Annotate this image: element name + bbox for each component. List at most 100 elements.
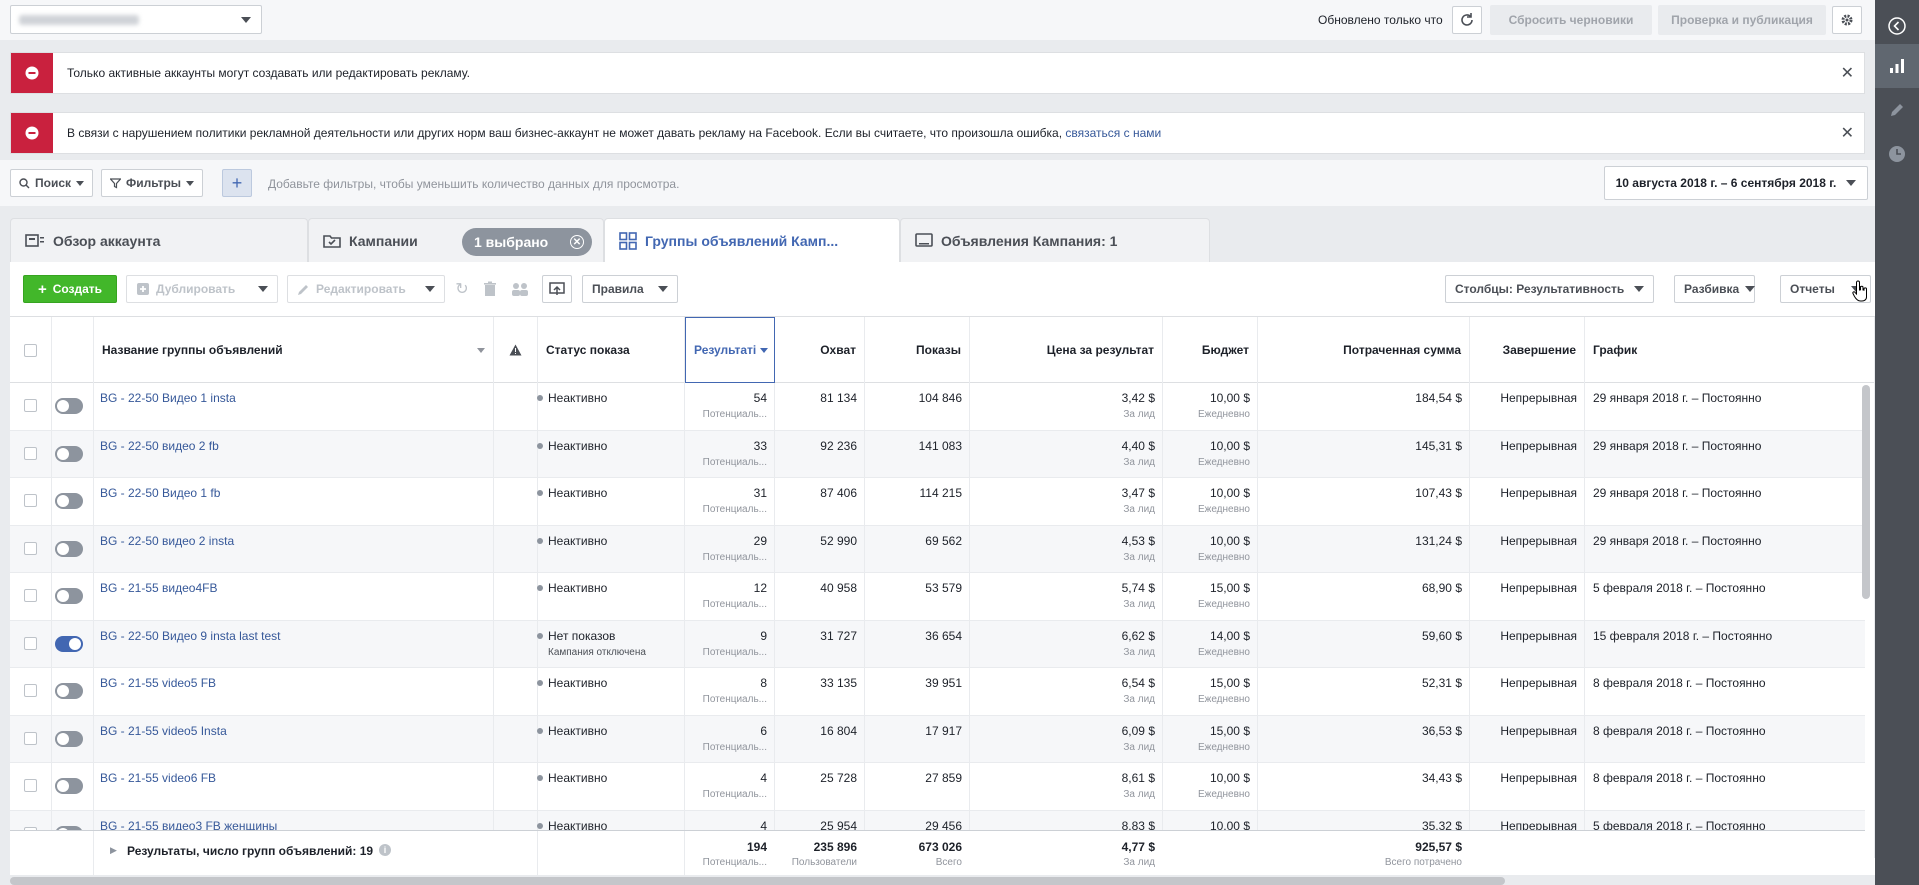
performance-panel-button[interactable] — [1875, 44, 1919, 88]
delivery-toggle[interactable] — [55, 445, 83, 462]
delivery-toggle[interactable] — [55, 493, 83, 509]
horizontal-scrollbar[interactable] — [10, 877, 1505, 885]
close-icon[interactable]: ✕ — [1841, 123, 1854, 143]
table-row[interactable]: BG - 21-55 video5 Insta Неактивно 6 Потенци… — [10, 715, 1875, 763]
adset-name-link[interactable]: BG - 22-50 Видео 1 fb — [100, 486, 220, 500]
header-cost[interactable]: Цена за результат — [970, 317, 1163, 383]
contact-us-link[interactable]: связаться с нами — [1065, 126, 1161, 140]
adset-name-link[interactable]: BG - 22-50 видео 2 fb — [100, 439, 219, 453]
adset-name-link[interactable]: BG - 21-55 видео4FB — [100, 581, 217, 595]
export-button[interactable] — [542, 275, 572, 303]
info-icon[interactable]: i — [379, 844, 391, 856]
delivery-toggle[interactable] — [55, 398, 83, 414]
delivery-toggle[interactable] — [55, 635, 83, 652]
header-reach-label: Охват — [820, 343, 856, 357]
tab-adsets[interactable]: Группы объявлений Камп... — [604, 218, 900, 263]
status-cell: Неактивно — [537, 534, 607, 548]
header-schedule[interactable]: График — [1585, 317, 1875, 383]
delivery-toggle[interactable] — [55, 730, 83, 747]
expand-icon[interactable]: ▶ — [110, 845, 117, 856]
row-checkbox[interactable] — [24, 779, 37, 792]
budget-value[interactable]: 15,00 $ — [1163, 676, 1250, 690]
ab-test-icon[interactable] — [510, 280, 530, 298]
refresh-button[interactable] — [1452, 6, 1482, 34]
duplicate-button[interactable]: Дублировать — [126, 275, 278, 303]
adset-name-link[interactable]: BG - 21-55 video6 FB — [100, 771, 216, 785]
table-row[interactable]: BG - 21-55 видео4FB Неактивно 12 Потенциаль… — [10, 573, 1875, 621]
row-checkbox[interactable] — [24, 446, 37, 460]
header-budget[interactable]: Бюджет — [1163, 317, 1258, 383]
results-sub: Потенциаль... — [702, 741, 767, 753]
spent-value: 68,90 $ — [1421, 581, 1462, 595]
selected-count-pill[interactable]: 1 выбрано ✕ — [462, 228, 592, 256]
row-checkbox[interactable] — [24, 731, 37, 745]
delivery-toggle[interactable] — [55, 683, 83, 699]
budget-value[interactable]: 15,00 $ — [1163, 581, 1250, 595]
top-bar: Обновлено только что Сбросить черновики … — [0, 0, 1875, 40]
breakdown-button[interactable]: Разбивка — [1674, 275, 1756, 303]
add-filter-button[interactable]: + — [222, 169, 252, 197]
adset-name-link[interactable]: BG - 22-50 Видео 9 insta last test — [100, 629, 280, 643]
adset-name-link[interactable]: BG - 22-50 Видео 1 insta — [100, 391, 236, 405]
tab-account-overview[interactable]: Обзор аккаунта — [10, 218, 308, 262]
columns-button[interactable]: Столбцы: Результативность — [1445, 275, 1654, 303]
account-selector[interactable] — [10, 5, 262, 34]
header-end[interactable]: Завершение — [1470, 317, 1585, 383]
adset-name-link[interactable]: BG - 22-50 видео 2 insta — [100, 534, 234, 548]
row-checkbox[interactable] — [24, 399, 37, 412]
grid-icon — [619, 232, 637, 250]
budget-value[interactable]: 10,00 $ — [1163, 534, 1250, 548]
budget-value[interactable]: 10,00 $ — [1163, 486, 1250, 500]
table-row[interactable]: BG - 22-50 Видео 9 insta last test Нет по… — [10, 620, 1875, 668]
budget-value[interactable]: 14,00 $ — [1163, 629, 1250, 643]
filters-button[interactable]: Фильтры — [101, 169, 204, 197]
edit-panel-button[interactable] — [1875, 88, 1919, 132]
table-row[interactable]: BG - 22-50 Видео 1 fb Неактивно 31 Потенциа… — [10, 478, 1875, 526]
clear-selection-icon[interactable]: ✕ — [570, 235, 584, 249]
budget-value[interactable]: 15,00 $ — [1163, 724, 1250, 738]
row-checkbox[interactable] — [24, 541, 37, 555]
budget-value[interactable]: 10,00 $ — [1163, 439, 1250, 453]
budget-value[interactable]: 10,00 $ — [1163, 771, 1250, 785]
chevron-down-icon — [658, 286, 668, 292]
table-row[interactable]: BG - 21-55 video6 FB Неактивно 4 Потенциаль… — [10, 763, 1875, 811]
discard-drafts-button[interactable]: Сбросить черновики — [1490, 5, 1652, 35]
row-checkbox[interactable] — [24, 636, 37, 650]
header-status[interactable]: Статус показа — [538, 317, 685, 383]
row-checkbox[interactable] — [24, 494, 37, 507]
header-spent[interactable]: Потраченная сумма — [1258, 317, 1470, 383]
date-range-picker[interactable]: 10 августа 2018 г. – 6 сентября 2018 г. — [1604, 166, 1868, 200]
header-impressions[interactable]: Показы — [865, 317, 970, 383]
reset-icon[interactable]: ↻ — [452, 280, 472, 298]
table-row[interactable]: BG - 22-50 Видео 1 insta Неактивно 54 Потен… — [10, 383, 1875, 431]
edit-button[interactable]: Редактировать — [287, 275, 445, 303]
adset-name-link[interactable]: BG - 21-55 video5 FB — [100, 676, 216, 690]
delivery-toggle[interactable] — [55, 778, 83, 794]
row-checkbox[interactable] — [24, 684, 37, 697]
tab-ads[interactable]: Объявления Кампания: 1 — [900, 218, 1210, 262]
collapse-panel-button[interactable] — [1875, 4, 1919, 48]
tab-label: Обзор аккаунта — [53, 232, 161, 249]
row-checkbox[interactable] — [24, 589, 37, 602]
vertical-scrollbar[interactable] — [1862, 385, 1870, 599]
history-panel-button[interactable] — [1875, 132, 1919, 176]
table-row[interactable]: BG - 22-50 видео 2 insta Неактивно 29 Потен… — [10, 525, 1875, 573]
rules-button[interactable]: Правила — [582, 275, 678, 303]
close-icon[interactable]: ✕ — [1841, 63, 1854, 83]
header-results[interactable]: Результаті — [685, 317, 775, 383]
delivery-toggle[interactable] — [55, 588, 83, 604]
table-row[interactable]: BG - 21-55 video5 FB Неактивно 8 Потенциаль… — [10, 668, 1875, 716]
budget-value[interactable]: 10,00 $ — [1163, 391, 1250, 405]
header-reach[interactable]: Охват — [775, 317, 865, 383]
table-row[interactable]: BG - 22-50 видео 2 fb Неактивно 33 Потенциа… — [10, 430, 1875, 478]
delivery-toggle[interactable] — [55, 540, 83, 557]
trash-icon[interactable] — [480, 280, 500, 298]
select-all-checkbox[interactable] — [24, 343, 37, 357]
search-button[interactable]: Поиск — [10, 169, 94, 197]
header-name[interactable]: Название группы объявлений — [94, 317, 494, 383]
impressions-value: 27 859 — [925, 771, 962, 785]
review-publish-button[interactable]: Проверка и публикация — [1658, 5, 1826, 35]
create-button[interactable]: + Создать — [23, 275, 117, 303]
settings-button[interactable] — [1832, 6, 1862, 34]
adset-name-link[interactable]: BG - 21-55 video5 Insta — [100, 724, 227, 738]
